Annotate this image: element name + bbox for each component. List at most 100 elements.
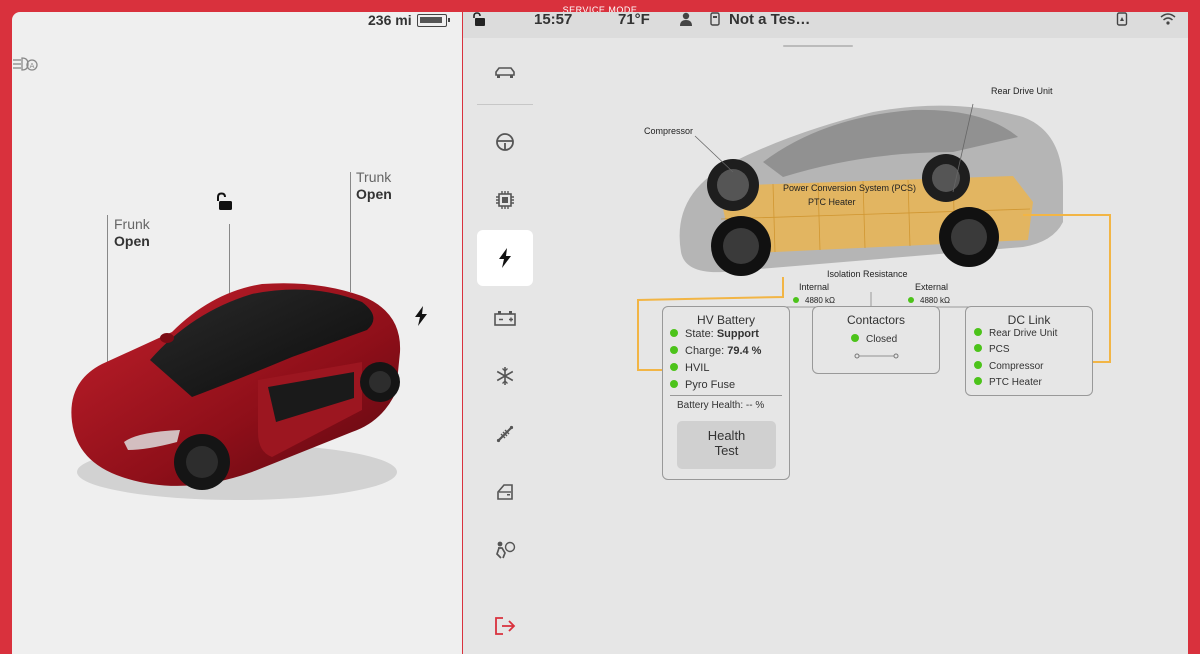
internal-resistance: 4880 kΩ [793, 295, 835, 305]
trunk-status[interactable]: Open [356, 186, 392, 202]
compressor-text: Compressor [989, 361, 1044, 372]
key-card-icon[interactable] [710, 12, 720, 29]
hv-battery-hvil: HVIL [670, 362, 709, 374]
dc-link-title: DC Link [1007, 313, 1051, 327]
wifi-icon[interactable] [1160, 12, 1176, 29]
hvil-label: HVIL [685, 362, 710, 374]
car-icon [495, 67, 515, 78]
high-voltage-icon [499, 248, 511, 268]
external-label: External [915, 282, 949, 292]
internal-label: Internal [799, 282, 830, 292]
svg-text:A: A [30, 62, 35, 70]
hv-battery-charge: Charge: 79.4 % [670, 345, 761, 357]
contactors-status-dot [851, 334, 859, 342]
contactor-switch-icon [854, 353, 899, 359]
frunk-label: Frunk [114, 216, 150, 232]
trunk-label: Trunk [356, 169, 392, 185]
steering-wheel-icon [496, 133, 514, 151]
chip-icon [496, 191, 514, 209]
sidebar-item-doors[interactable] [477, 464, 533, 520]
dc-link-rear-drive-unit: Rear Drive Unit [974, 328, 1057, 339]
driver-profile-icon[interactable] [679, 12, 693, 29]
health-test-button[interactable]: Health Test [677, 421, 776, 469]
rear-drive-unit-text: Rear Drive Unit [989, 328, 1058, 339]
pcs-label: Power Conversion System (PCS) [783, 183, 917, 193]
contactors-status: Closed [851, 334, 897, 345]
hv-battery-state: State: Support [670, 328, 759, 340]
exit-icon [495, 617, 516, 635]
external-resistance: 4880 kΩ [908, 295, 950, 305]
hv-battery-title: HV Battery [696, 313, 756, 327]
pyro-fuse-label: Pyro Fuse [685, 379, 736, 391]
rear-drive-unit-label: Rear Drive Unit [991, 86, 1053, 96]
charge-value: 79.4 % [727, 345, 762, 357]
compressor-label: Compressor [644, 126, 694, 136]
outside-temperature: 71°F [618, 11, 650, 28]
service-mode-banner: SERVICE MODE [0, 0, 1200, 15]
sidebar-divider [477, 104, 533, 105]
status-bar: 15:57 71°F Not a Tes… [463, 12, 1188, 38]
dc-link-ptc-heater: PTC Heater [974, 377, 1042, 388]
airbag-icon [496, 541, 516, 559]
charge-status-dot [670, 346, 678, 354]
hv-system-diagram: Compressor Rear Drive Unit Power Convers… [623, 82, 1183, 502]
range-readout: 236 mi [368, 12, 412, 28]
hv-battery-pyro-fuse: Pyro Fuse [670, 379, 735, 391]
sidebar-item-low-voltage[interactable] [477, 290, 533, 346]
snowflake-icon [496, 367, 514, 385]
sidebar-item-restraints[interactable] [477, 522, 533, 578]
dc-link-compressor: Compressor [974, 361, 1043, 372]
pcs-status-dot [974, 344, 982, 352]
health-test-label-line1: Health [707, 428, 746, 443]
battery-level-icon [417, 14, 450, 27]
external-status-dot [908, 297, 914, 303]
sidebar-item-steering[interactable] [477, 114, 533, 170]
sidebar-item-computer[interactable] [477, 172, 533, 228]
internal-resistance-value: 4880 kΩ [805, 296, 835, 305]
hv-battery-card: HV Battery State: Support Charge: 79.4 %… [662, 306, 790, 480]
dc-link-pcs: PCS [974, 344, 1010, 355]
sidebar-item-thermal[interactable] [477, 348, 533, 404]
profile-name[interactable]: Not a Tes… [729, 12, 810, 28]
clock: 15:57 [534, 11, 573, 28]
internal-status-dot [793, 297, 799, 303]
sidebar-item-high-voltage[interactable] [477, 230, 533, 286]
phone-key-icon[interactable] [1116, 12, 1128, 29]
battery-health: Battery Health: -- % [677, 400, 765, 411]
state-value: Support [716, 328, 759, 340]
hv-battery-divider [670, 395, 782, 396]
pcs-text: PCS [989, 344, 1010, 355]
external-resistance-value: 4880 kΩ [920, 296, 950, 305]
frunk-status[interactable]: Open [114, 233, 150, 249]
charge-label: Charge: [685, 345, 725, 357]
ptc-heater-status-dot [974, 377, 982, 385]
door-icon [497, 484, 513, 500]
compressor-status-dot [974, 361, 982, 369]
rear-drive-unit-status-dot [974, 328, 982, 336]
state-status-dot [670, 329, 678, 337]
drag-handle[interactable] [783, 45, 853, 47]
isolation-resistance-label: Isolation Resistance [827, 269, 908, 279]
sidebar-item-suspension[interactable] [477, 406, 533, 462]
charge-port-icon[interactable] [414, 306, 428, 331]
auto-headlights-icon[interactable]: A [12, 56, 38, 77]
car-illustration [71, 283, 401, 500]
dc-link-card: DC Link Rear Drive Unit PCS Compressor P… [965, 306, 1093, 396]
sidebar-item-exit-service[interactable] [477, 598, 533, 654]
contactors-title: Contactors [846, 313, 906, 327]
service-panel: 15:57 71°F Not a Tes… Compressor Rear Dr… [463, 12, 1188, 654]
ptc-heater-label: PTC Heater [808, 197, 856, 207]
state-label: State: [685, 328, 714, 340]
pyro-fuse-status-dot [670, 380, 678, 388]
ptc-heater-text: PTC Heater [989, 377, 1042, 388]
battery-icon [494, 311, 516, 326]
contactors-card: Contactors Closed [812, 306, 940, 374]
lock-status-icon[interactable] [473, 12, 487, 29]
hvil-status-dot [670, 363, 678, 371]
unlocked-icon[interactable] [216, 192, 236, 217]
shock-absorber-icon [496, 425, 514, 443]
health-test-label-line2: Test [714, 443, 739, 458]
vehicle-panel: 236 mi A Frunk Open Trunk Open [12, 12, 462, 654]
contactors-status-value: Closed [866, 334, 898, 345]
sidebar-item-vehicle[interactable] [477, 44, 533, 100]
